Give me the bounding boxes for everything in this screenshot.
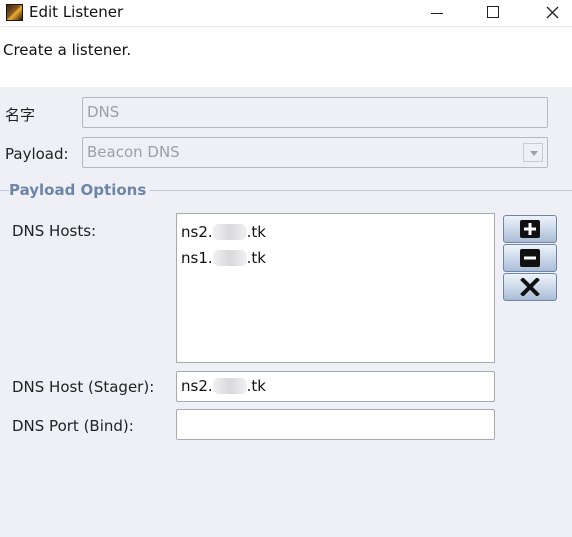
dns-hosts-list[interactable]: ns2. .tk ns1. .tk <box>176 213 495 363</box>
redaction-blur <box>212 378 247 394</box>
payload-value: Beacon DNS <box>87 143 180 161</box>
x-icon <box>520 278 540 296</box>
header-description: Create a listener. <box>3 41 132 59</box>
redaction-blur <box>212 250 247 266</box>
close-button[interactable] <box>527 0 572 24</box>
minus-icon <box>520 249 540 267</box>
payload-label: Payload: <box>5 145 69 163</box>
dns-host-stager-input[interactable]: ns2. .tk <box>176 371 495 402</box>
name-value: DNS <box>87 103 120 121</box>
payload-select: Beacon DNS <box>82 137 548 168</box>
add-host-button[interactable] <box>503 215 557 243</box>
window-title: Edit Listener <box>29 3 124 21</box>
dns-port-bind-label: DNS Port (Bind): <box>12 417 134 435</box>
stager-prefix: ns2. <box>181 377 213 395</box>
dialog-header: Create a listener. <box>0 26 572 87</box>
list-item[interactable]: ns2. .tk <box>181 220 490 246</box>
redaction-blur <box>212 224 247 240</box>
minimize-icon <box>431 12 443 14</box>
remove-host-button[interactable] <box>503 244 557 272</box>
host-suffix: .tk <box>246 223 266 241</box>
clear-hosts-button[interactable] <box>503 273 557 301</box>
title-bar: Edit Listener <box>0 0 572 26</box>
name-field: DNS <box>82 97 548 128</box>
dns-host-stager-label: DNS Host (Stager): <box>12 378 155 396</box>
dns-hosts-label: DNS Hosts: <box>12 222 97 240</box>
stager-suffix: .tk <box>246 377 266 395</box>
maximize-icon <box>487 6 499 18</box>
list-item[interactable]: ns1. .tk <box>181 246 490 272</box>
plus-icon <box>520 220 540 238</box>
dns-port-bind-input[interactable] <box>176 409 495 440</box>
maximize-button[interactable] <box>468 0 518 24</box>
host-suffix: .tk <box>246 249 266 267</box>
chevron-down-icon <box>523 143 543 162</box>
host-prefix: ns1. <box>181 249 213 267</box>
name-label: 名字 <box>5 106 36 124</box>
host-prefix: ns2. <box>181 223 213 241</box>
minimize-button[interactable] <box>412 0 462 24</box>
close-icon <box>546 6 558 18</box>
app-logo-icon <box>6 4 23 21</box>
payload-options-title: Payload Options <box>9 181 151 199</box>
